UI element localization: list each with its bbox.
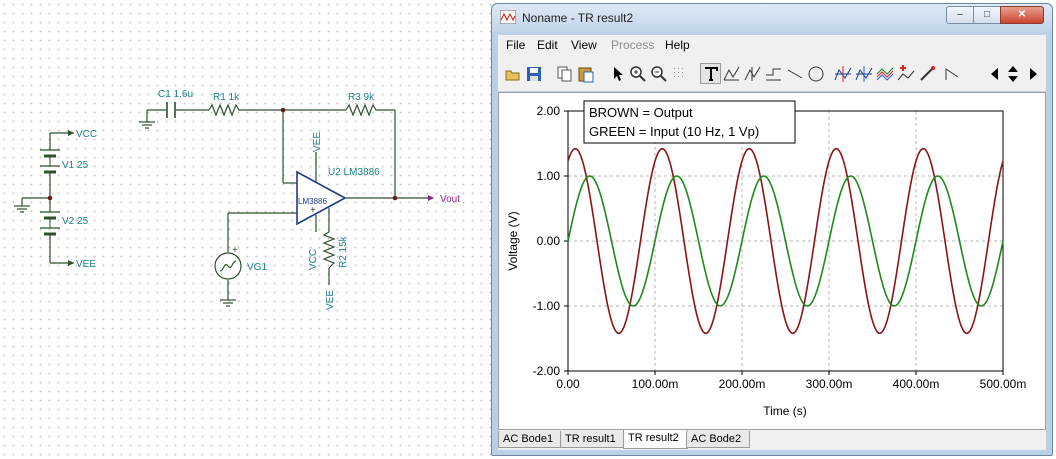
r2-label: R2 15k xyxy=(338,235,349,268)
window-title: Noname - TR result2 xyxy=(522,11,634,25)
x-tick-label: 0.00 xyxy=(556,377,580,391)
x-tick-label: 500.00m xyxy=(980,377,1027,391)
paste-icon[interactable] xyxy=(575,63,596,84)
x-axis-label: Time (s) xyxy=(763,404,807,418)
menu-help[interactable]: Help xyxy=(665,38,690,52)
tr-result-window: Noname - TR result2 – □ ✕ File Edit View… xyxy=(491,3,1053,456)
y-tick-label: 2.00 xyxy=(537,104,561,118)
cursor-a-cross-icon[interactable] xyxy=(832,63,853,84)
scroll-right-icon[interactable] xyxy=(1022,63,1043,84)
vg1-label: VG1 xyxy=(247,262,267,273)
y-tick-label: 1.00 xyxy=(537,169,561,183)
vout-label: Vout xyxy=(440,194,460,205)
menu-view[interactable]: View xyxy=(571,38,597,52)
grid-icon[interactable] xyxy=(669,63,690,84)
plot-area[interactable]: 0.00 100.00m 200.00m 300.00m 400.00m 500.00m 2… xyxy=(498,92,1046,430)
vcc-pin-label: VCC xyxy=(308,249,319,270)
cursor-b-icon[interactable] xyxy=(742,63,763,84)
waveform-chart[interactable]: 0.00 100.00m 200.00m 300.00m 400.00m 500.00m 2… xyxy=(499,93,1045,429)
legend-line-output: BROWN = Output xyxy=(589,105,693,120)
y-axis-label: Voltage (V) xyxy=(506,211,520,270)
pen-icon[interactable] xyxy=(916,63,937,84)
ellipse-icon[interactable] xyxy=(805,63,826,84)
toolbar xyxy=(498,55,1046,91)
vg1-plus-label: + xyxy=(232,245,238,256)
scroll-updown-icon[interactable] xyxy=(1002,63,1023,84)
x-tick-label: 400.00m xyxy=(893,377,940,391)
x-tick-label: 300.00m xyxy=(806,377,853,391)
tab-tr-result1[interactable]: TR result1 xyxy=(560,431,625,448)
minimize-button[interactable]: – xyxy=(946,6,974,24)
add-curve-icon[interactable] xyxy=(874,63,895,84)
menu-bar: File Edit View Process Help xyxy=(498,35,1046,55)
menu-edit[interactable]: Edit xyxy=(537,38,558,52)
tangent-icon[interactable] xyxy=(763,63,784,84)
step-icon[interactable] xyxy=(941,63,962,84)
copy-icon[interactable] xyxy=(554,63,575,84)
title-bar[interactable]: Noname - TR result2 – □ ✕ xyxy=(492,4,1052,32)
u2-label: U2 LM3886 xyxy=(328,167,380,178)
tab-tr-result2[interactable]: TR result2 xyxy=(623,430,688,449)
zoom-100-icon[interactable] xyxy=(648,63,669,84)
x-tick-label: 100.00m xyxy=(632,377,679,391)
y-tick-label: 0.00 xyxy=(537,234,561,248)
plus-pin-label: + xyxy=(310,205,316,216)
add-marker-icon[interactable] xyxy=(895,63,916,84)
legend-line-input: GREEN = Input (10 Hz, 1 Vp) xyxy=(589,124,759,139)
v1-label: V1 25 xyxy=(62,160,89,171)
tab-ac-bode2[interactable]: AC Bode2 xyxy=(686,431,750,448)
cursor-a-icon[interactable] xyxy=(721,63,742,84)
save-icon[interactable] xyxy=(523,63,544,84)
vcc-label: VCC xyxy=(76,129,97,140)
r2-vee-label: VEE xyxy=(325,290,336,310)
open-icon[interactable] xyxy=(502,63,523,84)
close-button[interactable]: ✕ xyxy=(1000,6,1044,24)
x-tick-label: 200.00m xyxy=(719,377,766,391)
maximize-button[interactable]: □ xyxy=(973,6,1001,24)
pointer-icon[interactable] xyxy=(606,63,627,84)
r1-label: R1 1k xyxy=(213,92,240,103)
c1-label: C1 1.6u xyxy=(158,89,193,100)
text-icon[interactable] xyxy=(700,63,721,84)
menu-process: Process xyxy=(611,38,655,52)
menu-file[interactable]: File xyxy=(506,38,525,52)
schematic-canvas[interactable]: VCC VEE V1 25 V2 25 C1 1.6u R1 1k R3 9k … xyxy=(0,0,490,459)
y-tick-label: -2.00 xyxy=(533,364,561,378)
minus-pin-label: - xyxy=(287,178,290,189)
tab-ac-bode1[interactable]: AC Bode1 xyxy=(498,431,562,448)
v2-label: V2 25 xyxy=(62,216,89,227)
result-tabs: AC Bode1 TR result1 TR result2 AC Bode2 xyxy=(498,430,1046,450)
y-tick-label: -1.00 xyxy=(533,299,561,313)
vee-label: VEE xyxy=(76,259,96,270)
zoom-in-icon[interactable] xyxy=(627,63,648,84)
line-icon[interactable] xyxy=(784,63,805,84)
app-icon xyxy=(500,10,516,24)
cursor-b-cross-icon[interactable] xyxy=(853,63,874,84)
vee-pin-label: VEE xyxy=(312,132,323,152)
r3-label: R3 9k xyxy=(348,92,375,103)
